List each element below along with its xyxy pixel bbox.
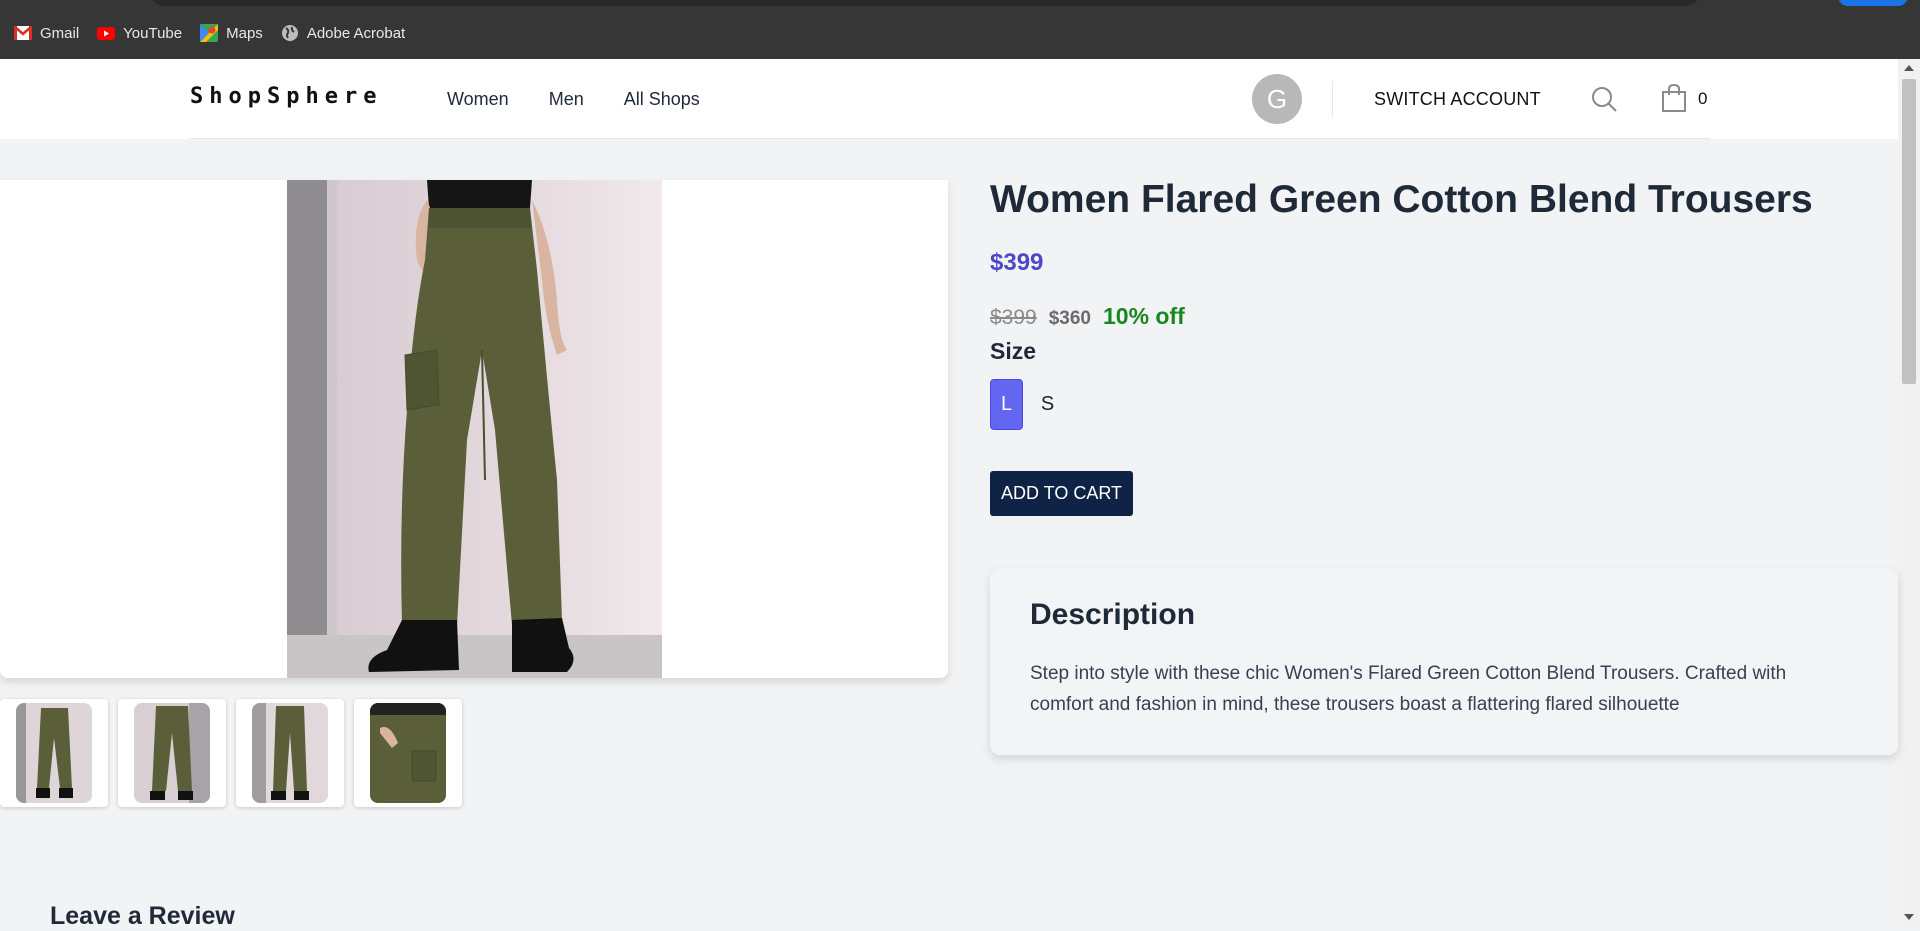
site-header: ShopSphere Women Men All Shops G SWITCH … xyxy=(0,59,1898,139)
scroll-down-arrow[interactable] xyxy=(1904,914,1914,920)
thumbnail-1[interactable] xyxy=(0,699,108,807)
nav-all-shops[interactable]: All Shops xyxy=(624,89,700,110)
switch-account-button[interactable]: SWITCH ACCOUNT xyxy=(1374,89,1541,110)
sale-price: $360 xyxy=(1048,308,1091,329)
bookmark-label: YouTube xyxy=(123,24,183,42)
product-main-image xyxy=(287,180,662,678)
thumbnail-3[interactable] xyxy=(236,699,344,807)
cart-button[interactable] xyxy=(1660,83,1690,113)
youtube-icon xyxy=(97,24,116,42)
product-price: $399 xyxy=(990,249,1044,276)
description-title: Description xyxy=(1030,598,1196,631)
cart-count: 0 xyxy=(1698,89,1708,108)
bookmark-maps[interactable]: Maps xyxy=(200,24,263,42)
search-icon xyxy=(1592,87,1617,112)
header-underline xyxy=(190,138,1710,139)
bookmark-label: Gmail xyxy=(40,24,80,42)
thumbnail-4[interactable] xyxy=(354,699,462,807)
main-nav: Women Men All Shops xyxy=(447,89,700,110)
scroll-thumb[interactable] xyxy=(1902,79,1916,384)
profile-button[interactable] xyxy=(1838,0,1908,6)
thumbnail-image xyxy=(370,703,446,803)
shopping-bag-icon xyxy=(1662,83,1686,112)
address-bar[interactable] xyxy=(150,0,1700,6)
add-to-cart-button[interactable]: ADD TO CART xyxy=(990,471,1133,516)
site-logo[interactable]: ShopSphere xyxy=(190,84,382,109)
size-option-s[interactable]: S xyxy=(1031,379,1064,430)
size-label: Size xyxy=(990,338,1037,364)
search-button[interactable] xyxy=(1590,85,1618,113)
discount-badge: 10% off xyxy=(1103,303,1185,329)
size-selector: L S xyxy=(990,379,1064,430)
scroll-up-arrow[interactable] xyxy=(1904,65,1914,71)
thumbnail-image xyxy=(252,703,328,803)
size-option-l[interactable]: L xyxy=(990,379,1023,430)
browser-toolbar: Gmail YouTube Maps Adobe Acrobat xyxy=(0,0,1920,59)
maps-icon xyxy=(200,24,219,42)
thumbnail-2[interactable] xyxy=(118,699,226,807)
bookmark-gmail[interactable]: Gmail xyxy=(14,24,79,42)
gmail-icon xyxy=(14,24,32,42)
globe-icon xyxy=(281,24,299,42)
thumbnail-strip xyxy=(0,699,462,807)
bookmarks-bar: Gmail YouTube Maps Adobe Acrobat xyxy=(14,24,405,42)
original-price: $399 xyxy=(990,306,1037,329)
nav-women[interactable]: Women xyxy=(447,89,509,110)
header-divider xyxy=(1332,81,1333,117)
page-scrollbar[interactable] xyxy=(1898,59,1920,927)
description-card: Description Step into style with these c… xyxy=(990,568,1898,755)
avatar[interactable]: G xyxy=(1252,74,1302,124)
thumbnail-image xyxy=(16,703,92,803)
bookmark-label: Maps xyxy=(226,24,263,42)
product-title: Women Flared Green Cotton Blend Trousers xyxy=(990,178,1813,221)
main-image-card xyxy=(0,180,948,678)
thumbnail-image xyxy=(134,703,210,803)
nav-men[interactable]: Men xyxy=(549,89,584,110)
bookmark-youtube[interactable]: YouTube xyxy=(97,24,182,42)
description-text: Step into style with these chic Women's … xyxy=(1030,663,1787,715)
price-breakdown: $399 $360 10% off xyxy=(990,303,1185,330)
bookmark-adobe-acrobat[interactable]: Adobe Acrobat xyxy=(281,24,405,42)
bookmark-label: Adobe Acrobat xyxy=(306,24,406,42)
